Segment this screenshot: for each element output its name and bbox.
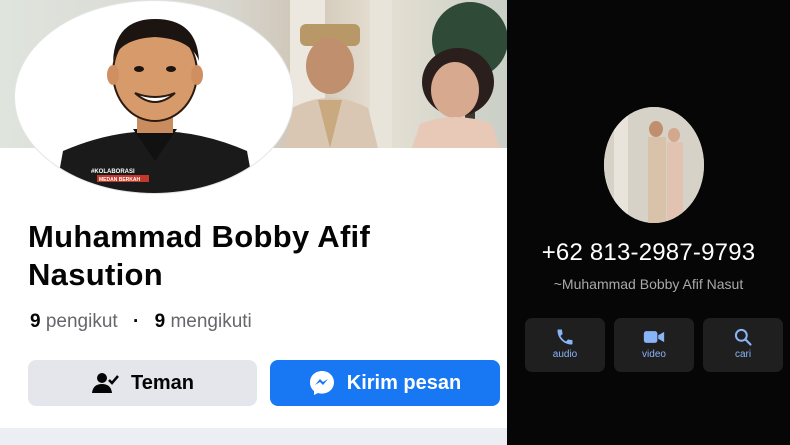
messenger-icon — [309, 370, 335, 396]
followers-count: 9 — [30, 311, 41, 332]
search-icon — [734, 328, 752, 346]
video-icon — [643, 331, 665, 343]
following-count: 9 — [154, 311, 166, 332]
audio-call-button[interactable]: audio — [525, 318, 605, 372]
shirt-text-line2: MEDAN BERKAH — [99, 177, 141, 183]
divider-strip — [0, 428, 507, 445]
send-message-label: Kirim pesan — [346, 371, 462, 394]
contact-phone-number: +62 813-2987-9793 — [541, 239, 756, 266]
search-label: cari — [734, 349, 752, 360]
contact-display-name: ~Muhammad Bobby Afif Nasut — [553, 276, 744, 292]
audio-label: audio — [552, 349, 578, 360]
video-call-button[interactable]: video — [614, 318, 694, 372]
friends-button-label: Teman — [131, 371, 194, 394]
profile-name: Muhammad Bobby Afif Nasution — [28, 219, 371, 292]
phone-icon — [557, 329, 573, 345]
contact-photo[interactable] — [604, 107, 704, 223]
send-message-button[interactable]: Kirim pesan — [270, 360, 500, 406]
contact-info-panel: +62 813-2987-9793 ~Muhammad Bobby Afif N… — [507, 0, 790, 445]
follow-stats: 9 pengikut · 9 mengikuti — [30, 311, 252, 333]
profile-avatar[interactable]: #KOLABORASI MEDAN BERKAH — [14, 0, 294, 194]
search-button[interactable]: cari — [703, 318, 783, 372]
video-label: video — [642, 349, 666, 360]
friends-button[interactable]: Teman — [28, 360, 257, 406]
followers-label[interactable]: pengikut — [46, 311, 118, 332]
separator-dot: · — [132, 311, 140, 332]
shirt-text-line1: #KOLABORASI — [91, 169, 135, 175]
facebook-profile-panel: #KOLABORASI MEDAN BERKAH Muhammad Bobby … — [0, 0, 507, 445]
following-label[interactable]: mengikuti — [170, 311, 251, 332]
friend-check-icon — [91, 372, 119, 394]
